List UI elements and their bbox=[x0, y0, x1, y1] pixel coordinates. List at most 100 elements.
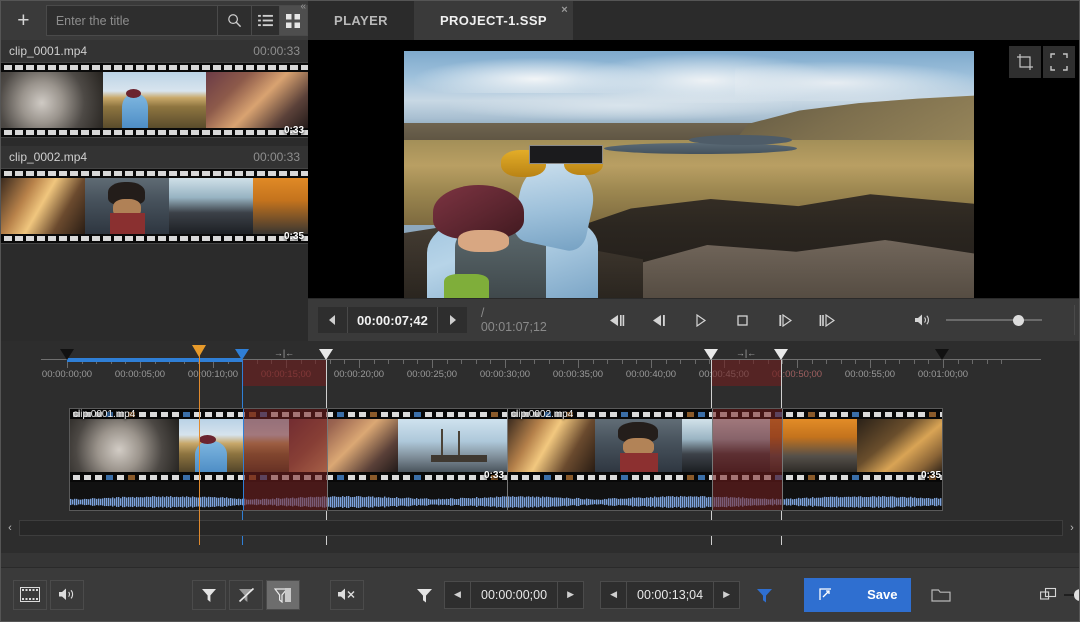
crop-icon[interactable] bbox=[1009, 46, 1041, 78]
total-duration: / 00:01:07;12 bbox=[481, 306, 547, 334]
stop-button[interactable] bbox=[726, 305, 760, 335]
ruler-tick bbox=[578, 360, 579, 368]
timeline-panel: 00:00:00;0000:00:05;0000:00:10;0000:00:1… bbox=[1, 341, 1080, 553]
ruler-tick bbox=[563, 360, 564, 364]
speaker-icon[interactable] bbox=[50, 580, 84, 610]
timeline-marker-end[interactable] bbox=[935, 349, 949, 360]
out-point-decrement[interactable]: ◀ bbox=[601, 582, 626, 608]
folder-icon[interactable] bbox=[921, 578, 961, 612]
list-item[interactable]: clip_0001.mp4 00:00:33 0:33 bbox=[1, 40, 308, 138]
clip-group[interactable]: clip 0001.mp4 0:33 bbox=[69, 408, 943, 511]
filter-icon[interactable] bbox=[407, 580, 441, 610]
ruler-tick bbox=[826, 360, 827, 364]
timeline-scrollbar[interactable]: ‹ › bbox=[1, 517, 1080, 539]
ruler-tick bbox=[417, 360, 418, 364]
clip-divider[interactable] bbox=[243, 409, 244, 510]
library-item-name: clip_0001.mp4 bbox=[9, 44, 87, 58]
speaker-mute-icon[interactable] bbox=[330, 580, 364, 610]
volume-knob[interactable] bbox=[1013, 315, 1024, 326]
film-perforations-bottom bbox=[1, 234, 308, 243]
timeline-marker[interactable] bbox=[704, 349, 718, 360]
go-to-start-button[interactable] bbox=[600, 305, 634, 335]
out-point-spinner[interactable]: ◀ 00:00:13;04 ▶ bbox=[600, 581, 740, 609]
tab-project[interactable]: PROJECT-1.SSP × bbox=[414, 1, 573, 40]
save-button[interactable]: Save bbox=[804, 578, 911, 612]
tab-label: PROJECT-1.SSP bbox=[440, 13, 547, 28]
previous-frame-button[interactable] bbox=[642, 305, 676, 335]
timecode-step-forward-button[interactable] bbox=[438, 307, 467, 333]
ruler-tick bbox=[447, 360, 448, 364]
zoom-fit-icon[interactable] bbox=[1040, 587, 1060, 602]
clip-divider[interactable] bbox=[712, 409, 713, 510]
clip-selection-overlay[interactable] bbox=[243, 409, 327, 510]
ruler-tick bbox=[958, 360, 959, 364]
in-point-decrement[interactable]: ◀ bbox=[445, 582, 470, 608]
next-frame-button[interactable] bbox=[768, 305, 802, 335]
filter-icon[interactable] bbox=[192, 580, 226, 610]
ruler-tick bbox=[359, 360, 360, 368]
search-input[interactable] bbox=[47, 14, 217, 28]
fullscreen-icon[interactable] bbox=[1043, 46, 1075, 78]
go-to-end-button[interactable] bbox=[810, 305, 844, 335]
top-area: + bbox=[1, 1, 1080, 341]
clip-divider[interactable] bbox=[507, 409, 508, 510]
timeline-marker-start[interactable] bbox=[60, 349, 74, 360]
ruler-tick bbox=[695, 360, 696, 364]
zoom-knob[interactable] bbox=[1074, 589, 1080, 601]
library-item-thumbnail[interactable]: 0:33 bbox=[1, 62, 308, 138]
plus-icon: + bbox=[17, 10, 29, 31]
folder-icon[interactable] bbox=[1074, 305, 1080, 335]
playhead-handle[interactable] bbox=[192, 345, 206, 357]
library-item-thumb-duration: 0:35 bbox=[284, 231, 304, 242]
list-view-icon[interactable] bbox=[252, 5, 280, 36]
ruler-tick bbox=[607, 360, 608, 364]
timecode-step-back-button[interactable] bbox=[318, 307, 347, 333]
ruler-label: 00:00:40;00 bbox=[626, 369, 676, 380]
scroll-left-button[interactable]: ‹ bbox=[1, 522, 19, 534]
clip-selection-overlay[interactable] bbox=[712, 409, 782, 510]
film-strip-icon[interactable] bbox=[13, 580, 47, 610]
library-item-duration: 00:00:33 bbox=[253, 44, 300, 58]
timeline-marker[interactable] bbox=[774, 349, 788, 360]
tab-player[interactable]: PLAYER bbox=[308, 1, 414, 40]
in-point-increment[interactable]: ▶ bbox=[558, 582, 583, 608]
ruler-tick bbox=[914, 360, 915, 364]
out-point-increment[interactable]: ▶ bbox=[714, 582, 739, 608]
video-preview-stage[interactable] bbox=[308, 40, 1080, 298]
add-media-button[interactable]: + bbox=[1, 1, 46, 40]
ruler-tick bbox=[388, 360, 389, 364]
scroll-track[interactable] bbox=[19, 520, 1063, 536]
close-icon[interactable]: × bbox=[561, 4, 568, 16]
out-point-value[interactable]: 00:00:13;04 bbox=[626, 582, 714, 608]
volume-slider[interactable] bbox=[946, 312, 1042, 328]
playhead[interactable] bbox=[199, 347, 200, 545]
in-out-range-band bbox=[67, 358, 242, 362]
selection-region[interactable] bbox=[711, 360, 781, 386]
in-point-value[interactable]: 00:00:00;00 bbox=[470, 582, 558, 608]
search-box[interactable] bbox=[46, 5, 252, 36]
list-item[interactable]: clip_0002.mp4 00:00:33 bbox=[1, 146, 308, 244]
ruler-tick bbox=[797, 360, 798, 368]
filter-selected-icon[interactable] bbox=[266, 580, 300, 610]
clip-divider[interactable] bbox=[327, 409, 328, 510]
collapse-panel-button[interactable]: « bbox=[300, 2, 306, 12]
selection-region[interactable] bbox=[242, 360, 326, 386]
play-button[interactable] bbox=[684, 305, 718, 335]
volume-icon[interactable] bbox=[906, 305, 940, 335]
library-item-thumbnail[interactable]: 0:35 bbox=[1, 168, 308, 244]
timeline-ruler[interactable]: 00:00:00;0000:00:05;0000:00:10;0000:00:1… bbox=[1, 341, 1080, 386]
export-icon bbox=[818, 587, 833, 602]
clip-divider[interactable] bbox=[782, 409, 783, 510]
filter-off-icon[interactable] bbox=[229, 580, 263, 610]
current-timecode[interactable]: 00:00:07;42 bbox=[347, 307, 438, 333]
search-icon[interactable] bbox=[217, 5, 251, 36]
zoom-slider[interactable] bbox=[1064, 585, 1080, 605]
timeline-marker[interactable] bbox=[319, 349, 333, 360]
ruler-tick bbox=[593, 360, 594, 364]
in-point-spinner[interactable]: ◀ 00:00:00;00 ▶ bbox=[444, 581, 584, 609]
scroll-right-button[interactable]: › bbox=[1063, 522, 1080, 534]
ruler-tick bbox=[432, 360, 433, 368]
timeline-marker-in[interactable] bbox=[235, 349, 249, 360]
ruler-tick bbox=[782, 360, 783, 364]
filter-blue-icon[interactable] bbox=[747, 580, 781, 610]
